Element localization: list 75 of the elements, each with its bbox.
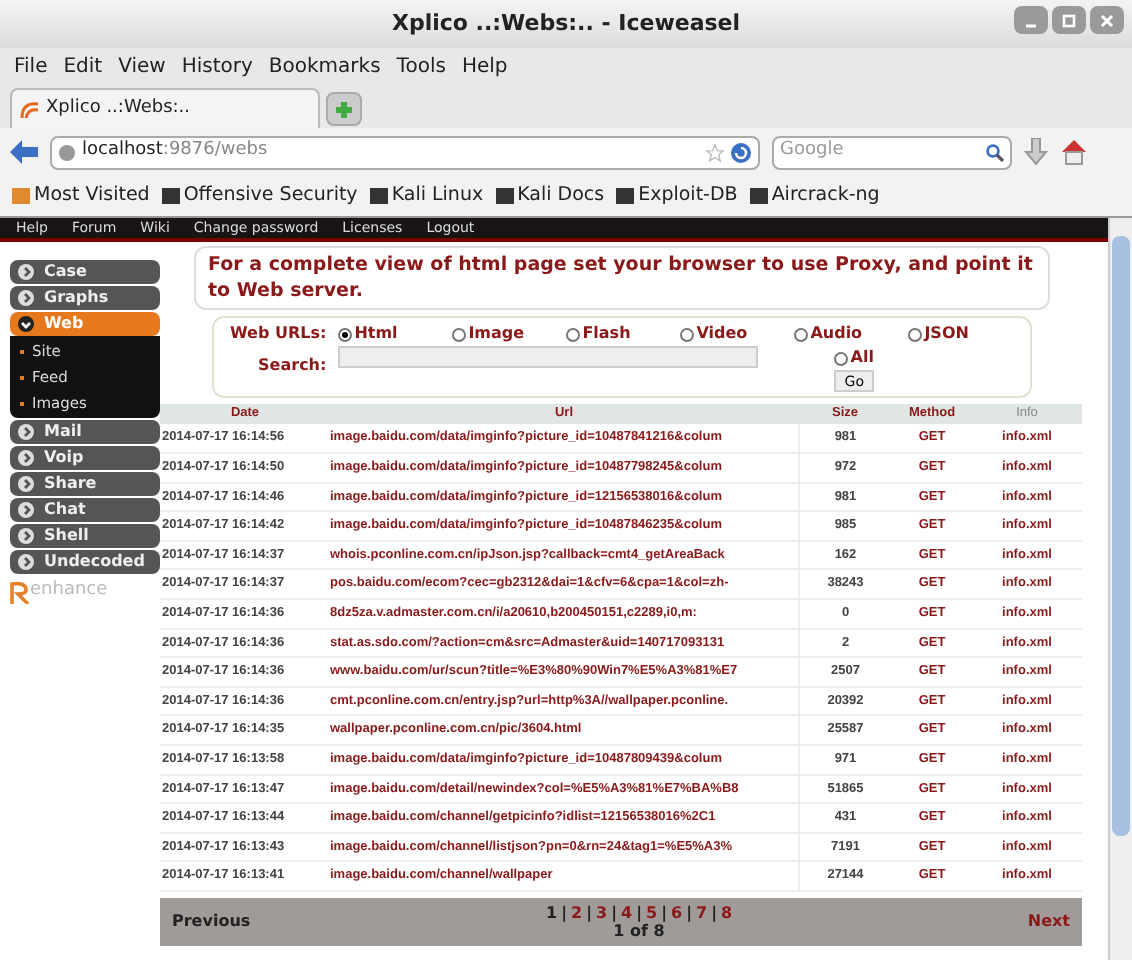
right-arrow-icon (18, 290, 34, 306)
bookmark-item[interactable]: Most Visited (12, 181, 150, 211)
radio-option[interactable]: Video (680, 322, 773, 346)
menu-item[interactable]: File (14, 51, 48, 81)
page-separator: | (661, 904, 667, 922)
bookmark-icon (369, 186, 388, 206)
right-arrow-icon (18, 476, 34, 492)
close-icon[interactable] (1090, 6, 1124, 34)
bookmark-item[interactable]: Kali Docs (495, 181, 605, 211)
right-arrow-icon (18, 424, 34, 440)
radio-option[interactable]: Image (452, 322, 545, 346)
window-title: Xplico ..:Webs:.. - Iceweasel (391, 7, 741, 40)
sidebar-item[interactable]: Share (10, 472, 160, 496)
bookmark-icon (495, 186, 514, 206)
download-icon[interactable] (1024, 138, 1048, 166)
radio-option[interactable]: JSON (908, 322, 1001, 346)
page-info: 1 of 8 (613, 922, 665, 940)
page-separator: | (611, 904, 617, 922)
bookmark-icon (616, 186, 635, 206)
sidebar-item[interactable]: Case (10, 260, 160, 284)
search-icon (986, 143, 1004, 161)
right-arrow-icon (18, 264, 34, 280)
bookmark-icon (749, 186, 768, 206)
bookmark-item[interactable]: Offensive Security (161, 181, 358, 211)
radio-option[interactable]: Audio (794, 322, 887, 346)
right-arrow-icon (18, 528, 34, 544)
home-icon[interactable] (1060, 138, 1088, 166)
menu-item[interactable]: Edit (63, 51, 103, 81)
menu-item[interactable]: Help (461, 51, 508, 81)
back-arrow-icon[interactable] (10, 140, 38, 164)
scrollbar[interactable] (1108, 218, 1132, 960)
menu-item[interactable]: History (181, 51, 253, 81)
logo-text: enhance (30, 578, 108, 604)
bookmark-item[interactable]: Aircrack-ng (749, 181, 880, 211)
previous-link[interactable]: Previous (172, 910, 251, 934)
sidebar-item[interactable]: Shell (10, 524, 160, 548)
app-icon (20, 99, 40, 119)
search-input[interactable] (338, 346, 759, 368)
radio-option[interactable]: All (834, 346, 874, 370)
address-field[interactable]: localhost:9876/webs (50, 135, 760, 169)
radio-option[interactable]: Flash (566, 322, 659, 346)
menu-item[interactable]: Tools (396, 51, 446, 81)
browser-tab[interactable]: Xplico ..:Webs:.. (10, 88, 320, 128)
page-separator: | (711, 904, 717, 922)
right-arrow-icon (18, 502, 34, 518)
folder-icon (12, 186, 30, 206)
search-label: Search: (258, 354, 327, 378)
sidebar-item[interactable]: Undecoded (10, 550, 160, 574)
menu-item[interactable]: View (118, 51, 166, 81)
bookmark-item[interactable]: Kali Linux (369, 181, 484, 211)
sidebar-item[interactable]: Mail (10, 420, 160, 444)
down-arrow-icon (18, 316, 34, 332)
notice-banner: For a complete view of html page set your browser to use Proxy, and point it to Web server. (194, 246, 1050, 310)
menu-item[interactable]: Bookmarks (268, 51, 381, 81)
right-arrow-icon (18, 554, 34, 570)
page-separator: | (636, 904, 642, 922)
page-separator: | (586, 904, 592, 922)
star-icon[interactable] (706, 143, 724, 161)
page-link[interactable]: 1 (545, 904, 558, 922)
reload-icon[interactable] (730, 141, 752, 163)
page-separator: | (686, 904, 692, 922)
sidebar-item[interactable]: Graphs (10, 286, 160, 310)
right-arrow-icon (18, 450, 34, 466)
logo-icon (10, 579, 30, 604)
bookmark-icon (161, 186, 180, 206)
page-separator: | (561, 904, 567, 922)
sidebar-item[interactable]: Voip (10, 446, 160, 470)
bookmark-item[interactable]: Exploit-DB (616, 181, 738, 211)
plus-icon (334, 99, 354, 119)
new-tab-button[interactable] (326, 92, 362, 126)
radio-option[interactable]: Html (338, 322, 431, 346)
sidebar-item[interactable]: Chat (10, 498, 160, 522)
maximize-icon[interactable] (1052, 6, 1086, 34)
minimize-icon[interactable] (1014, 6, 1048, 34)
filter-label: Web URLs: (230, 322, 327, 346)
